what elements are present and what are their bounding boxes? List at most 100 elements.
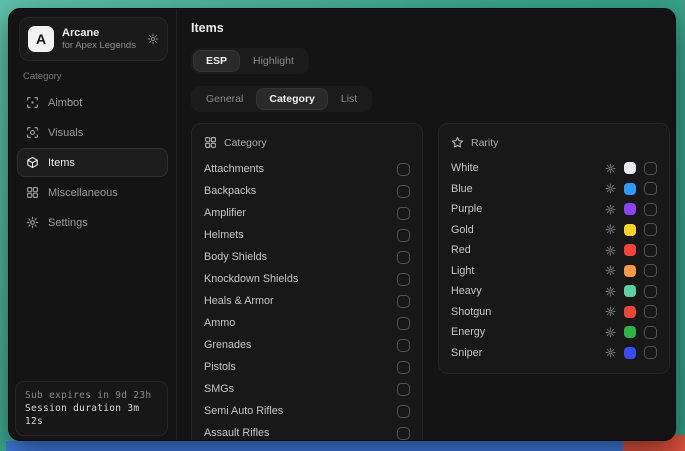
knockdown-shields-checkbox[interactable] (397, 273, 410, 286)
pistols-checkbox[interactable] (397, 361, 410, 374)
rarity-item-label: Red (451, 244, 605, 256)
rarity-row-heavy: Heavy (451, 281, 657, 302)
light-checkbox[interactable] (644, 264, 657, 277)
semi-auto-rifles-checkbox[interactable] (397, 405, 410, 418)
rarity-item-label: Purple (451, 203, 605, 215)
shotgun-checkbox[interactable] (644, 305, 657, 318)
view-tab-group: GeneralCategoryList (191, 86, 372, 112)
page-title: Items (191, 21, 670, 35)
category-item-label: Attachments (204, 163, 264, 175)
rarity-settings-icon[interactable] (605, 245, 616, 256)
brand-text: Arcane for Apex Legends (62, 27, 139, 52)
smgs-checkbox[interactable] (397, 383, 410, 396)
sidebar-item-settings[interactable]: Settings (17, 208, 168, 237)
ammo-checkbox[interactable] (397, 317, 410, 330)
rarity-row-light: Light (451, 261, 657, 282)
app-subtitle: for Apex Legends (62, 40, 139, 52)
gold-checkbox[interactable] (644, 223, 657, 236)
app-window: A Arcane for Apex Legends Category Aimbo… (8, 8, 676, 441)
sidebar-item-items[interactable]: Items (17, 148, 168, 177)
sidebar-item-label: Miscellaneous (48, 187, 118, 199)
category-item-label: Semi Auto Rifles (204, 405, 283, 417)
rarity-row-sniper: Sniper (451, 343, 657, 364)
sidebar-item-miscellaneous[interactable]: Miscellaneous (17, 178, 168, 207)
sidebar-section-label: Category (23, 71, 168, 82)
rarity-item-label: White (451, 162, 605, 174)
rarity-settings-icon[interactable] (605, 204, 616, 215)
rarity-color-swatch[interactable] (624, 224, 636, 236)
blue-checkbox[interactable] (644, 182, 657, 195)
rarity-item-label: Energy (451, 326, 605, 338)
category-row-knockdown-shields: Knockdown Shields (204, 268, 410, 290)
tab-category[interactable]: Category (257, 89, 327, 109)
attachments-checkbox[interactable] (397, 163, 410, 176)
purple-checkbox[interactable] (644, 203, 657, 216)
rarity-item-label: Shotgun (451, 306, 605, 318)
session-duration-text: Session duration 3m 12s (25, 402, 158, 428)
assault-rifles-checkbox[interactable] (397, 427, 410, 440)
rarity-row-shotgun: Shotgun (451, 302, 657, 323)
grid-dashed-icon (204, 136, 217, 149)
rarity-settings-icon[interactable] (605, 347, 616, 358)
rarity-color-swatch[interactable] (624, 183, 636, 195)
category-item-label: Backpacks (204, 185, 256, 197)
heavy-checkbox[interactable] (644, 285, 657, 298)
category-item-label: Knockdown Shields (204, 273, 298, 285)
category-item-label: Body Shields (204, 251, 267, 263)
helmets-checkbox[interactable] (397, 229, 410, 242)
rarity-row-controls (605, 162, 657, 175)
sniper-checkbox[interactable] (644, 346, 657, 359)
rarity-row-red: Red (451, 240, 657, 261)
rarity-settings-icon[interactable] (605, 183, 616, 194)
sidebar: A Arcane for Apex Legends Category Aimbo… (9, 9, 177, 440)
rarity-color-swatch[interactable] (624, 306, 636, 318)
white-checkbox[interactable] (644, 162, 657, 175)
category-item-label: Heals & Armor (204, 295, 274, 307)
rarity-row-controls (605, 285, 657, 298)
rarity-color-swatch[interactable] (624, 347, 636, 359)
category-row-heals-armor: Heals & Armor (204, 290, 410, 312)
category-item-label: Assault Rifles (204, 427, 269, 439)
sidebar-item-aimbot[interactable]: Aimbot (17, 88, 168, 117)
rarity-row-blue: Blue (451, 179, 657, 200)
rarity-settings-icon[interactable] (605, 163, 616, 174)
rarity-row-white: White (451, 158, 657, 179)
heals-armor-checkbox[interactable] (397, 295, 410, 308)
rarity-settings-icon[interactable] (605, 265, 616, 276)
backpacks-checkbox[interactable] (397, 185, 410, 198)
rarity-settings-icon[interactable] (605, 327, 616, 338)
rarity-color-swatch[interactable] (624, 203, 636, 215)
rarity-color-swatch[interactable] (624, 162, 636, 174)
brand-settings-icon[interactable] (147, 33, 159, 45)
energy-checkbox[interactable] (644, 326, 657, 339)
rarity-color-swatch[interactable] (624, 265, 636, 277)
tab-list[interactable]: List (329, 89, 369, 109)
rarity-settings-icon[interactable] (605, 224, 616, 235)
grenades-checkbox[interactable] (397, 339, 410, 352)
sidebar-item-label: Aimbot (48, 97, 82, 109)
rarity-panel-header: Rarity (451, 136, 657, 149)
rarity-settings-icon[interactable] (605, 306, 616, 317)
rarity-color-swatch[interactable] (624, 326, 636, 338)
amplifier-checkbox[interactable] (397, 207, 410, 220)
body-shields-checkbox[interactable] (397, 251, 410, 264)
rarity-color-swatch[interactable] (624, 285, 636, 297)
category-panel-header: Category (204, 136, 410, 149)
sidebar-item-label: Visuals (48, 127, 83, 139)
scan-eye-icon (26, 126, 39, 139)
rarity-color-swatch[interactable] (624, 244, 636, 256)
category-row-assault-rifles: Assault Rifles (204, 422, 410, 441)
category-list: AttachmentsBackpacksAmplifierHelmetsBody… (204, 158, 410, 441)
crosshair-icon (26, 96, 39, 109)
rarity-item-label: Gold (451, 224, 605, 236)
mode-tab-group: ESPHighlight (191, 48, 309, 74)
tab-esp[interactable]: ESP (194, 51, 239, 71)
tab-highlight[interactable]: Highlight (241, 51, 306, 71)
red-checkbox[interactable] (644, 244, 657, 257)
tab-general[interactable]: General (194, 89, 255, 109)
rarity-settings-icon[interactable] (605, 286, 616, 297)
category-row-pistols: Pistols (204, 356, 410, 378)
rarity-row-controls (605, 305, 657, 318)
sidebar-item-visuals[interactable]: Visuals (17, 118, 168, 147)
category-item-label: SMGs (204, 383, 234, 395)
